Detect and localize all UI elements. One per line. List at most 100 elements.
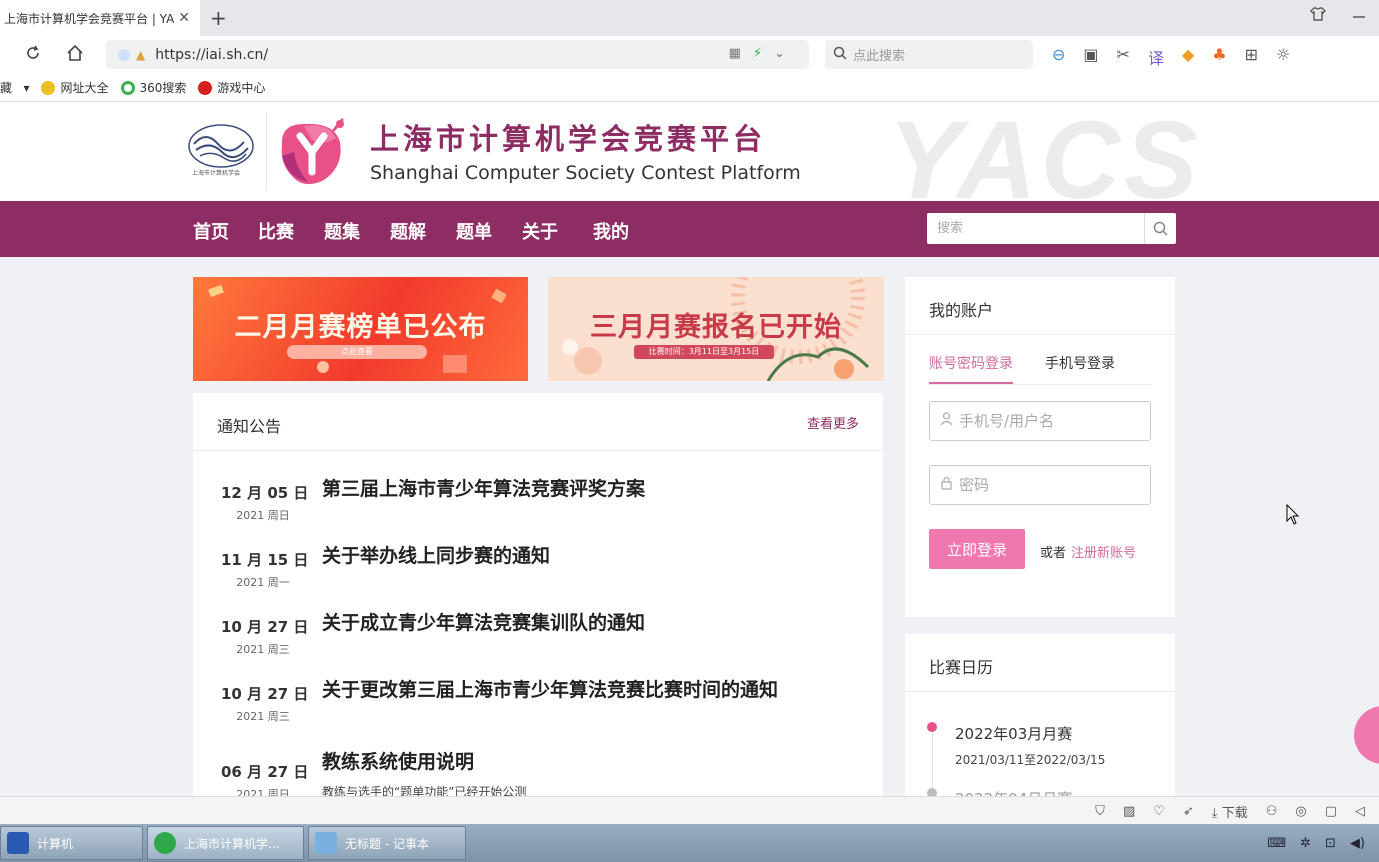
browser-icon[interactable]: ◎	[1295, 804, 1306, 819]
banner-pill: 比赛时间：3月11日至3月15日	[634, 345, 774, 359]
browser-tab-active[interactable]: 上海市计算机学会竞赛平台 | YA ✕	[0, 0, 200, 36]
web-page: 上海市计算机学会 上海市计算机学会竞赛平台 Shanghai Computer …	[0, 102, 1379, 796]
url-bar[interactable]: ▲ https://iai.sh.cn/ ▦⚡⌄	[106, 40, 809, 69]
notepad-icon	[315, 832, 337, 854]
chevron-down-icon[interactable]: ⌄	[774, 46, 797, 61]
wallet-icon[interactable]: ◆	[1182, 45, 1194, 69]
banner-text: 三月月赛报名已开始	[590, 312, 842, 343]
download-icon: ⤓	[1211, 806, 1218, 821]
nav-problem-sets[interactable]: 题集	[324, 218, 360, 244]
tab-phone-login[interactable]: 手机号登录	[1045, 353, 1115, 373]
tray-app-icon[interactable]: ✲	[1300, 836, 1311, 851]
username-input[interactable]	[959, 412, 1139, 430]
nav-contests[interactable]: 比赛	[258, 218, 294, 244]
notice-title[interactable]: 关于更改第三届上海市青少年算法竞赛比赛时间的通知	[322, 675, 778, 702]
keyboard-icon[interactable]: ⌨	[1267, 836, 1286, 851]
view-more-link[interactable]: 查看更多	[807, 413, 859, 432]
banner-march-registration[interactable]: 三月月赛报名已开始 比赛时间：3月11日至3月15日	[548, 277, 884, 381]
image-icon[interactable]: ▨	[1123, 804, 1135, 819]
yacs-logo[interactable]	[274, 116, 352, 190]
volume-icon[interactable]: ◁	[1355, 804, 1365, 819]
bookmark-game-center[interactable]: 游戏中心	[198, 79, 265, 96]
translate-icon[interactable]: 译	[1148, 45, 1164, 69]
new-tab-button[interactable]: +	[210, 6, 227, 30]
society-seal-logo[interactable]: 上海市计算机学会	[186, 122, 256, 178]
nav-mine[interactable]: 我的	[593, 218, 629, 244]
apps-grid-icon[interactable]: ⊞	[1245, 45, 1258, 69]
reload-icon[interactable]	[24, 44, 42, 67]
floating-action-button[interactable]	[1354, 706, 1379, 764]
tab-password-login[interactable]: 账号密码登录	[929, 353, 1013, 384]
notice-item[interactable]: 10 月 27 日 2021 周三 关于成立青少年算法竞赛集训队的通知	[193, 612, 883, 676]
notice-panel-title: 通知公告	[217, 417, 282, 436]
adblock-icon[interactable]: ⊖	[1052, 45, 1065, 69]
nav-home[interactable]: 首页	[193, 218, 229, 244]
bookmarks-bar: 藏 ▾ 网址大全 360搜索 游戏中心	[0, 74, 1379, 102]
calendar-event-title[interactable]: 2022年04月月赛	[955, 788, 1072, 796]
close-tab-icon[interactable]: ✕	[178, 10, 190, 26]
speaker-icon[interactable]: ◀)	[1350, 836, 1365, 851]
notice-title[interactable]: 关于成立青少年算法竞赛集训队的通知	[322, 608, 645, 635]
site-search-input[interactable]	[927, 213, 1145, 244]
url-actions[interactable]: ▦⚡⌄	[729, 46, 797, 61]
bookmark-360-search[interactable]: 360搜索	[120, 79, 186, 96]
nav-about[interactable]: 关于	[522, 218, 558, 244]
reader-icon[interactable]: ▣	[1083, 45, 1098, 69]
calendar-event-title[interactable]: 2022年03月月赛	[955, 723, 1072, 744]
taskbar-computer[interactable]: 计算机	[0, 826, 143, 860]
site-search-button[interactable]	[1144, 213, 1176, 244]
timeline-dot	[927, 722, 937, 732]
taskbar-notepad[interactable]: 无标题 - 记事本	[308, 826, 466, 860]
minimize-icon[interactable]	[1352, 6, 1366, 25]
login-button[interactable]: 立即登录	[929, 529, 1025, 569]
window-icon[interactable]: ▢	[1325, 804, 1337, 819]
notice-title[interactable]: 关于举办线上同步赛的通知	[322, 541, 550, 568]
calendar-panel-header: 比赛日历	[905, 634, 1175, 692]
search360-icon	[120, 80, 135, 95]
scissors-icon[interactable]: ✂	[1117, 45, 1130, 69]
nav-sites-icon	[41, 80, 56, 95]
notice-item[interactable]: 12 月 05 日 2021 周日 第三届上海市青少年算法竞赛评奖方案	[193, 478, 883, 542]
os-taskbar: 计算机 上海市计算机学... 无标题 - 记事本 ⌨ ✲ ⊡ ◀)	[0, 824, 1379, 862]
computer-icon	[7, 832, 29, 854]
security-shield-icon[interactable]: ⛉	[1095, 804, 1105, 819]
bolt-icon[interactable]: ⚡	[753, 46, 774, 61]
notice-title[interactable]: 第三届上海市青少年算法竞赛评奖方案	[322, 474, 645, 501]
bookmark-collapsed[interactable]: 藏 ▾	[0, 79, 29, 96]
header-divider	[266, 112, 267, 190]
notice-item[interactable]: 06 月 27 日 2021 周日 教练系统使用说明 教练与选手的“题单功能”已…	[193, 751, 883, 796]
heartbeat-icon[interactable]: ♡	[1153, 804, 1165, 819]
site-info-icon[interactable]: ▲	[136, 48, 145, 62]
seal-text: 上海市计算机学会	[192, 170, 241, 177]
password-input[interactable]	[959, 476, 1139, 494]
register-link[interactable]: 注册新账号	[1071, 542, 1136, 561]
rocket-icon[interactable]: ➶	[1183, 804, 1194, 819]
grid-icon[interactable]: ▦	[729, 46, 753, 61]
tab-title: 上海市计算机学会竞赛平台 | YA	[4, 11, 174, 26]
home-icon[interactable]	[66, 44, 84, 67]
notice-item[interactable]: 11 月 15 日 2021 周一 关于举办线上同步赛的通知	[193, 545, 883, 609]
banner-text: 二月月赛榜单已公布	[234, 312, 487, 343]
notice-date: 10 月 27 日 2021 周三	[221, 685, 309, 723]
notice-title[interactable]: 教练系统使用说明	[322, 747, 474, 774]
download-button[interactable]: ⤓ 下载	[1212, 802, 1248, 821]
banner-pill: 点此查看	[287, 345, 427, 359]
shield-icon	[118, 48, 130, 61]
nav-solutions[interactable]: 题解	[390, 218, 426, 244]
mouse-cursor-icon	[1286, 504, 1300, 525]
user-icon	[940, 412, 953, 430]
shirt-icon[interactable]	[1310, 6, 1326, 26]
banner-february-results[interactable]: 二月月赛榜单已公布 点此查看	[193, 277, 528, 381]
extension-icon[interactable]: ⚇	[1266, 804, 1278, 819]
nav-problem-lists[interactable]: 题单	[456, 218, 492, 244]
browser-search-box[interactable]: 点此搜索	[825, 40, 1033, 69]
theme-sun-icon[interactable]: ☼	[1276, 45, 1290, 69]
network-icon[interactable]: ⊡	[1325, 836, 1336, 851]
url-text: https://iai.sh.cn/	[155, 46, 269, 63]
notice-panel: 通知公告 查看更多 12 月 05 日 2021 周日 第三届上海市青少年算法竞…	[193, 393, 883, 796]
browser-360-icon	[154, 832, 176, 854]
bookmark-nav-sites[interactable]: 网址大全	[41, 79, 109, 96]
taskbar-browser[interactable]: 上海市计算机学...	[147, 826, 304, 860]
notice-item[interactable]: 10 月 27 日 2021 周三 关于更改第三届上海市青少年算法竞赛比赛时间的…	[193, 679, 883, 743]
gamepad-icon[interactable]: ♣	[1212, 45, 1226, 69]
